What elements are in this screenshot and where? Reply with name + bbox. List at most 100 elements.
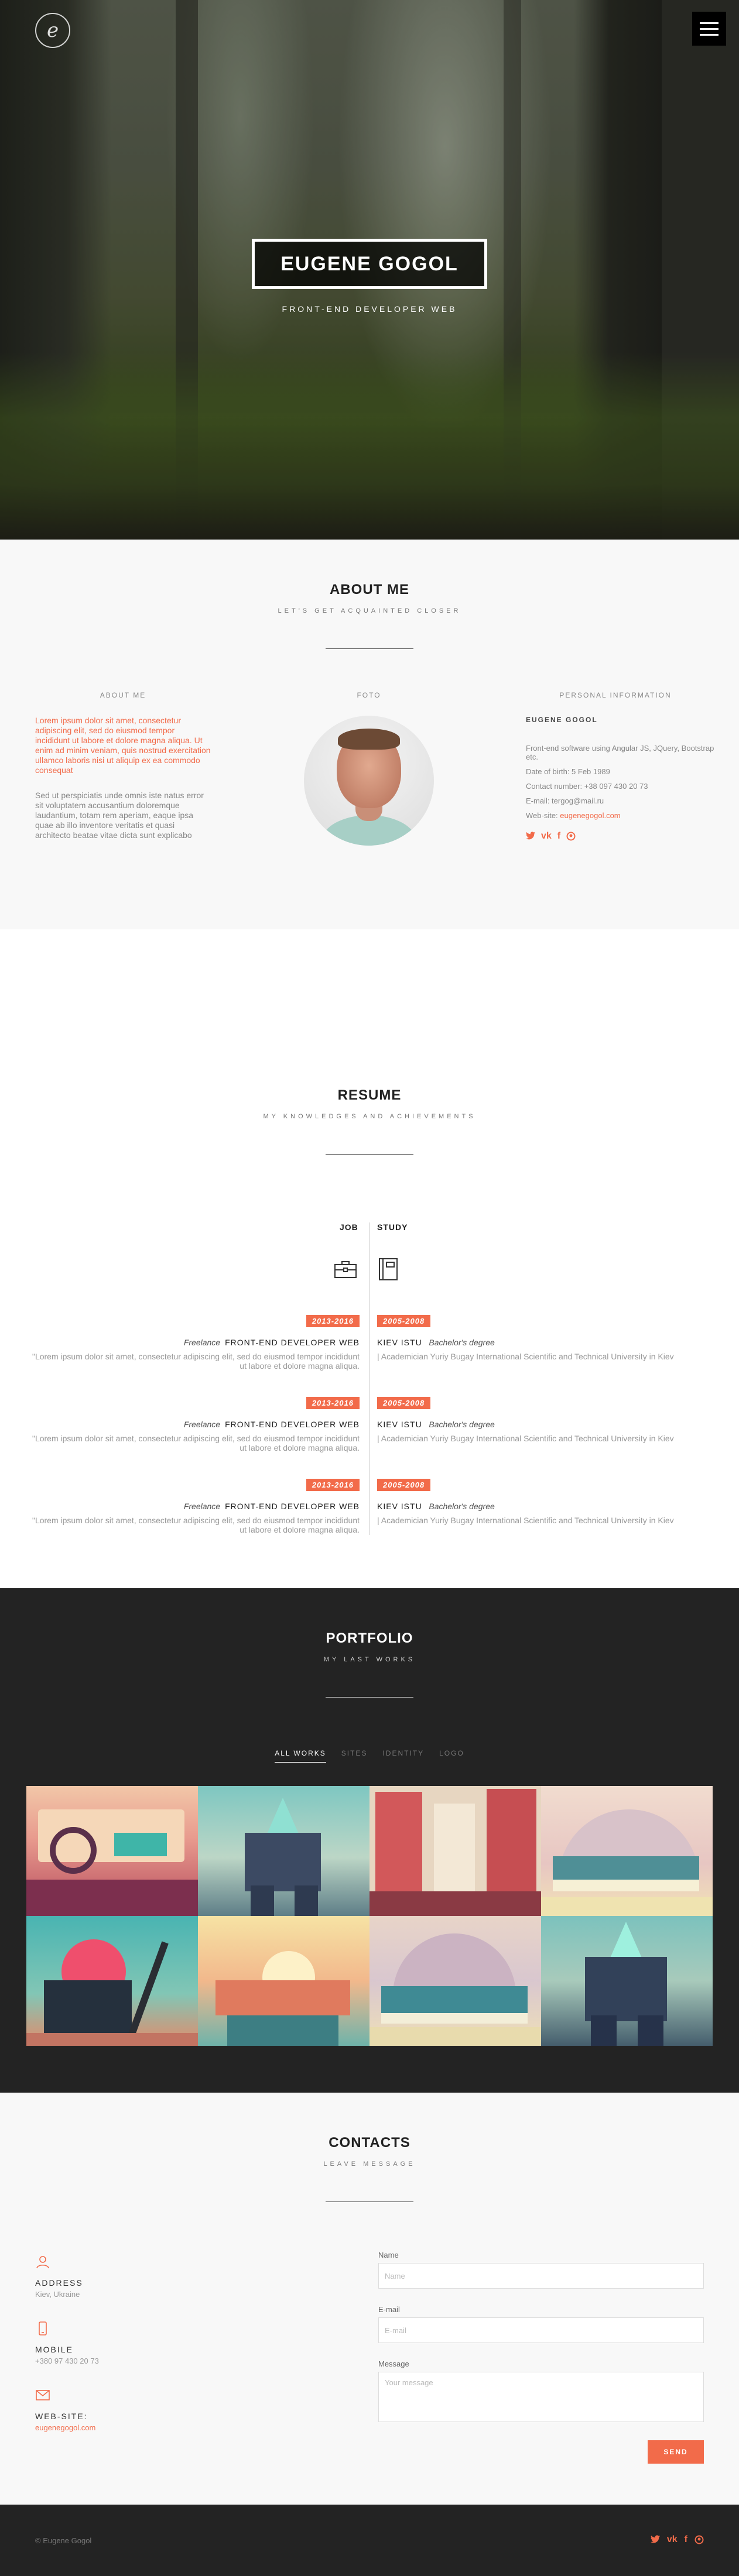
hero-section: e EUGENE GOGOL FRONT-END DEVELOPER WEB	[0, 0, 739, 540]
study-school: KIEV ISTU	[377, 1502, 422, 1511]
filter-sites[interactable]: SITES	[341, 1749, 368, 1763]
portfolio-section: PORTFOLIO MY LAST WORKS ALL WORKS SITES …	[0, 1588, 739, 2093]
copyright: © Eugene Gogol	[35, 2536, 92, 2545]
portfolio-item[interactable]	[198, 1916, 370, 2046]
email-label: E-mail	[378, 2305, 400, 2314]
filter-logo[interactable]: LOGO	[439, 1749, 464, 1763]
job-description: "Lorem ipsum dolor sit amet, consectetur…	[32, 1434, 360, 1452]
hero-subtitle: FRONT-END DEVELOPER WEB	[282, 304, 457, 314]
study-school: KIEV ISTU	[377, 1420, 422, 1429]
address-value: Kiev, Ukraine	[35, 2290, 80, 2299]
portfolio-item[interactable]	[541, 1786, 713, 1916]
study-school: KIEV ISTU	[377, 1338, 422, 1347]
twitter-icon[interactable]	[650, 2535, 660, 2547]
section-divider	[326, 648, 413, 649]
personal-skills: Front-end software using Angular JS, JQu…	[526, 744, 714, 761]
website-label: WEB-SITE:	[35, 2412, 88, 2421]
site-logo[interactable]: e	[35, 13, 70, 48]
portfolio-item[interactable]	[26, 1916, 198, 2046]
portfolio-subtitle: MY LAST WORKS	[323, 1656, 416, 1663]
email-input[interactable]	[378, 2317, 704, 2343]
personal-name: EUGENE GOGOL	[526, 716, 598, 724]
job-entry: 2013-2016 Freelance FRONT-END DEVELOPER W…	[32, 1315, 360, 1371]
vk-icon[interactable]: vk	[667, 2535, 678, 2547]
facebook-icon[interactable]: f	[685, 2535, 687, 2547]
menu-button[interactable]	[692, 12, 726, 46]
photo-column: FOTO	[246, 691, 492, 846]
address-label: ADDRESS	[35, 2278, 83, 2288]
hero-name: EUGENE GOGOL	[252, 239, 487, 289]
job-entry: 2013-2016 Freelance FRONT-END DEVELOPER W…	[32, 1397, 360, 1452]
section-divider	[326, 2201, 413, 2202]
website-link[interactable]: eugenegogol.com	[560, 811, 620, 820]
about-section: ABOUT ME LET'S GET ACQUAINTED CLOSER ABO…	[0, 540, 739, 929]
job-entry: 2013-2016 Freelance FRONT-END DEVELOPER W…	[32, 1479, 360, 1534]
filter-identity[interactable]: IDENTITY	[382, 1749, 424, 1763]
personal-email: E-mail: tergog@mail.ru	[526, 796, 604, 805]
about-subtitle: LET'S GET ACQUAINTED CLOSER	[278, 607, 461, 614]
section-divider	[326, 1154, 413, 1155]
website-link[interactable]: eugenegogol.com	[35, 2423, 211, 2432]
vk-icon[interactable]: vk	[541, 832, 552, 843]
mobile-block: MOBILE +380 97 430 20 73	[35, 2321, 211, 2365]
portfolio-item[interactable]	[541, 1916, 713, 2046]
job-type: Freelance	[183, 1420, 221, 1429]
mobile-label: MOBILE	[35, 2345, 73, 2354]
portfolio-item[interactable]	[370, 1916, 541, 2046]
personal-info-heading: PERSONAL INFORMATION	[559, 691, 672, 699]
name-label: Name	[378, 2251, 399, 2259]
portfolio-item[interactable]	[370, 1786, 541, 1916]
menu-icon	[700, 22, 719, 24]
study-years-badge: 2005-2008	[377, 1479, 431, 1491]
footer-social-links: vk f	[650, 2535, 704, 2547]
github-icon[interactable]	[694, 2535, 704, 2547]
message-label: Message	[378, 2359, 409, 2368]
address-block: ADDRESS Kiev, Ukraine	[35, 2254, 211, 2299]
study-column-label: STUDY	[377, 1222, 408, 1232]
twitter-icon[interactable]	[526, 832, 535, 843]
about-text: Sed ut perspiciatis unde omnis iste natu…	[35, 791, 204, 840]
job-type: Freelance	[183, 1502, 221, 1511]
about-text-highlight: Lorem ipsum dolor sit amet, consectetur …	[35, 716, 211, 775]
portfolio-item[interactable]	[198, 1786, 370, 1916]
study-entry: 2005-2008 KIEV ISTU Bachelor's degree | …	[377, 1479, 705, 1525]
resume-subtitle: MY KNOWLEDGES AND ACHIEVEMENTS	[263, 1113, 476, 1120]
name-input[interactable]	[378, 2263, 704, 2289]
website-block: WEB-SITE: eugenegogol.com	[35, 2388, 211, 2432]
contact-info: ADDRESS Kiev, Ukraine MOBILE +380 97 430…	[35, 2254, 211, 2454]
about-text-column: ABOUT ME Lorem ipsum dolor sit amet, con…	[0, 691, 246, 846]
study-degree: Bachelor's degree	[429, 1338, 495, 1347]
job-years-badge: 2013-2016	[306, 1397, 360, 1409]
resume-section: RESUME MY KNOWLEDGES AND ACHIEVEMENTS JO…	[0, 929, 739, 1588]
study-entry: 2005-2008 KIEV ISTU Bachelor's degree | …	[377, 1315, 705, 1361]
study-entry: 2005-2008 KIEV ISTU Bachelor's degree | …	[377, 1397, 705, 1443]
about-social-links: vk f	[526, 832, 739, 843]
portfolio-filters: ALL WORKS SITES IDENTITY LOGO	[0, 1749, 739, 1763]
message-textarea[interactable]	[378, 2372, 704, 2422]
portfolio-item[interactable]	[26, 1786, 198, 1916]
resume-title: RESUME	[337, 1087, 402, 1103]
job-description: "Lorem ipsum dolor sit amet, consectetur…	[32, 1352, 360, 1371]
study-description: | Academician Yuriy Bugay International …	[377, 1516, 674, 1525]
location-icon	[36, 2256, 49, 2269]
job-type: Freelance	[183, 1338, 221, 1347]
job-years-badge: 2013-2016	[306, 1315, 360, 1327]
personal-dob: Date of birth: 5 Feb 1989	[526, 767, 610, 776]
send-button[interactable]: SEND	[648, 2440, 704, 2464]
personal-info-column: PERSONAL INFORMATION EUGENE GOGOL Front-…	[492, 691, 739, 846]
github-icon[interactable]	[566, 832, 576, 843]
timeline-divider	[369, 1222, 370, 1535]
contacts-section: CONTACTS LEAVE MESSAGE ADDRESS Kiev, Ukr…	[0, 2093, 739, 2505]
filter-all-works[interactable]: ALL WORKS	[275, 1749, 326, 1763]
job-years-badge: 2013-2016	[306, 1479, 360, 1491]
personal-phone: Contact number: +38 097 430 20 73	[526, 782, 648, 791]
study-years-badge: 2005-2008	[377, 1315, 431, 1327]
study-degree: Bachelor's degree	[429, 1502, 495, 1511]
portfolio-title: PORTFOLIO	[326, 1630, 413, 1646]
email-icon	[36, 2390, 50, 2400]
about-column-heading: ABOUT ME	[100, 691, 146, 699]
job-column-label: JOB	[340, 1222, 358, 1232]
briefcase-icon	[334, 1261, 357, 1278]
facebook-icon[interactable]: f	[557, 832, 560, 843]
study-years-badge: 2005-2008	[377, 1397, 431, 1409]
